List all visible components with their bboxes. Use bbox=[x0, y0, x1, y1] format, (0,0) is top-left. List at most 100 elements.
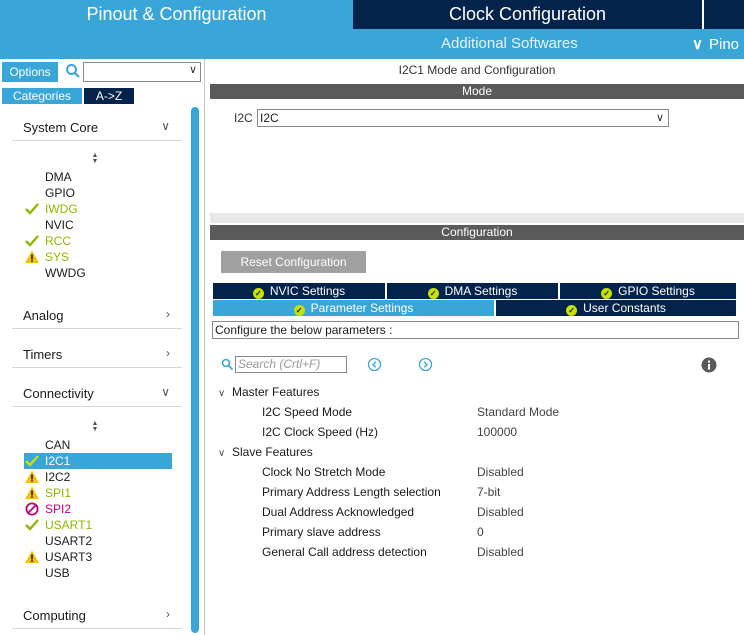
tab-overflow[interactable] bbox=[702, 0, 744, 29]
search-icon bbox=[221, 358, 234, 371]
next-icon[interactable] bbox=[418, 357, 433, 372]
check-icon bbox=[25, 519, 39, 531]
tab-gpio-settings[interactable]: ✓ GPIO Settings bbox=[560, 283, 736, 299]
i2c-mode-label: I2C bbox=[234, 111, 253, 125]
peripheral-label: USART3 bbox=[45, 550, 93, 564]
tab-label: User Constants bbox=[583, 301, 666, 315]
peripheral-item-spi2[interactable]: SPI2 bbox=[24, 501, 172, 517]
categories-toggle[interactable]: Categories bbox=[2, 88, 82, 104]
parameter-search-input[interactable]: Search (Crtl+F) bbox=[235, 356, 347, 373]
chevron-down-icon: ∨ bbox=[188, 64, 197, 76]
warning-icon bbox=[25, 550, 39, 563]
parameter-name[interactable]: Primary slave address bbox=[262, 524, 381, 540]
peripheral-item-wwdg[interactable]: WWDG bbox=[24, 265, 172, 281]
peripheral-item-usart2[interactable]: USART2 bbox=[24, 533, 172, 549]
tab-label: NVIC Settings bbox=[269, 284, 346, 298]
tab-label: GPIO Settings bbox=[618, 284, 695, 298]
parameter-name[interactable]: I2C Clock Speed (Hz) bbox=[262, 424, 378, 440]
reset-configuration-button[interactable]: Reset Configuration bbox=[221, 251, 366, 273]
peripheral-item-dma[interactable]: DMA bbox=[24, 169, 172, 185]
parameter-value[interactable]: Disabled bbox=[477, 464, 524, 480]
peripheral-item-usart3[interactable]: USART3 bbox=[24, 549, 172, 565]
peripheral-item-rcc[interactable]: RCC bbox=[24, 233, 172, 249]
check-icon bbox=[25, 455, 39, 467]
peripheral-label: SYS bbox=[45, 250, 70, 264]
parameter-name[interactable]: General Call address detection bbox=[262, 544, 427, 560]
peripheral-item-gpio[interactable]: GPIO bbox=[24, 185, 172, 201]
parameter-value[interactable]: 0 bbox=[477, 524, 484, 540]
chevron-down-icon: ∨ bbox=[218, 388, 226, 399]
parameter-value[interactable]: Standard Mode bbox=[477, 404, 559, 420]
parameter-name[interactable]: Primary Address Length selection bbox=[262, 484, 441, 500]
tab-clock-configuration[interactable]: Clock Configuration bbox=[353, 0, 702, 29]
section-computing[interactable]: Computing › bbox=[12, 603, 182, 629]
tab-parameter-settings[interactable]: ✓ Parameter Settings bbox=[213, 300, 494, 316]
section-system-core[interactable]: System Core ∨ bbox=[12, 115, 182, 141]
configure-hint: Configure the below parameters : bbox=[212, 321, 739, 339]
sort-icon[interactable]: ▲ ▼ bbox=[90, 152, 100, 165]
peripheral-item-sys[interactable]: SYS bbox=[24, 249, 172, 265]
options-button[interactable]: Options bbox=[2, 62, 58, 82]
check-circle-icon: ✓ bbox=[601, 288, 613, 299]
group-label: Slave Features bbox=[232, 445, 313, 459]
previous-icon[interactable] bbox=[367, 357, 382, 372]
peripheral-label: GPIO bbox=[45, 186, 76, 200]
search-icon[interactable] bbox=[65, 63, 81, 79]
info-icon[interactable] bbox=[701, 357, 717, 373]
tab-user-constants[interactable]: ✓ User Constants bbox=[496, 300, 736, 316]
peripheral-label: IWDG bbox=[45, 202, 78, 216]
parameter-name[interactable]: Clock No Stretch Mode bbox=[262, 464, 385, 480]
peripheral-label: SPI2 bbox=[45, 502, 72, 516]
chevron-right-icon: › bbox=[166, 607, 170, 621]
warning-icon bbox=[25, 486, 39, 499]
i2c-mode-value: I2C bbox=[260, 111, 279, 125]
mode-header: Mode bbox=[210, 84, 744, 99]
chevron-down-icon: ∨ bbox=[161, 385, 170, 399]
peripheral-label: I2C1 bbox=[45, 454, 71, 468]
section-label: Computing bbox=[23, 608, 86, 623]
peripheral-item-usb[interactable]: USB bbox=[24, 565, 172, 581]
section-analog[interactable]: Analog › bbox=[12, 303, 182, 329]
parameter-name[interactable]: Dual Address Acknowledged bbox=[262, 504, 414, 520]
group-master-features[interactable]: ∨ Master Features bbox=[218, 384, 319, 400]
peripheral-label: WWDG bbox=[45, 266, 86, 280]
peripheral-item-i2c2[interactable]: I2C2 bbox=[24, 469, 172, 485]
peripheral-item-nvic[interactable]: NVIC bbox=[24, 217, 172, 233]
tab-nvic-settings[interactable]: ✓ NVIC Settings bbox=[213, 283, 385, 299]
top-tab-bar: Pinout & Configuration Clock Configurati… bbox=[0, 0, 744, 29]
tab-label: Parameter Settings bbox=[310, 301, 414, 315]
search-combobox[interactable]: ∨ bbox=[83, 62, 201, 82]
parameter-value[interactable]: Disabled bbox=[477, 544, 524, 560]
page-title: I2C1 Mode and Configuration bbox=[398, 63, 556, 77]
peripheral-item-spi1[interactable]: SPI1 bbox=[24, 485, 172, 501]
i2c-mode-select[interactable]: I2C ∨ bbox=[257, 109, 669, 127]
parameter-name[interactable]: I2C Speed Mode bbox=[262, 404, 352, 420]
check-icon bbox=[25, 235, 39, 247]
section-connectivity[interactable]: Connectivity ∨ bbox=[12, 381, 182, 407]
pinout-view-menu[interactable]: ∨ Pino bbox=[692, 35, 739, 53]
chevron-down-icon: ∨ bbox=[692, 36, 703, 53]
section-label: System Core bbox=[23, 120, 99, 135]
parameter-value[interactable]: 7-bit bbox=[477, 484, 500, 500]
peripheral-label: RCC bbox=[45, 234, 71, 248]
peripheral-item-i2c1[interactable]: I2C1 bbox=[24, 453, 172, 469]
additional-softwares-menu[interactable]: Additional Softwares bbox=[441, 35, 578, 52]
tab-label: DMA Settings bbox=[444, 284, 518, 298]
splitter[interactable] bbox=[210, 213, 744, 223]
peripheral-item-iwdg[interactable]: IWDG bbox=[24, 201, 172, 217]
tab-pinout-configuration[interactable]: Pinout & Configuration bbox=[0, 0, 353, 29]
category-scrollbar[interactable] bbox=[191, 107, 199, 633]
chevron-right-icon: › bbox=[166, 346, 170, 360]
peripheral-item-can[interactable]: CAN bbox=[24, 437, 172, 453]
tab-dma-settings[interactable]: ✓ DMA Settings bbox=[387, 283, 558, 299]
section-timers[interactable]: Timers › bbox=[12, 342, 182, 368]
peripheral-item-usart1[interactable]: USART1 bbox=[24, 517, 172, 533]
a-to-z-toggle[interactable]: A->Z bbox=[84, 88, 134, 104]
parameter-value[interactable]: Disabled bbox=[477, 504, 524, 520]
sort-icon[interactable]: ▲ ▼ bbox=[90, 420, 100, 433]
pinout-view-label: Pino bbox=[708, 36, 740, 53]
parameter-value[interactable]: 100000 bbox=[477, 424, 517, 440]
mode-configuration-panel: I2C1 Mode and Configuration Mode I2C I2C… bbox=[210, 59, 744, 635]
check-icon bbox=[25, 203, 39, 215]
group-slave-features[interactable]: ∨ Slave Features bbox=[218, 444, 313, 460]
